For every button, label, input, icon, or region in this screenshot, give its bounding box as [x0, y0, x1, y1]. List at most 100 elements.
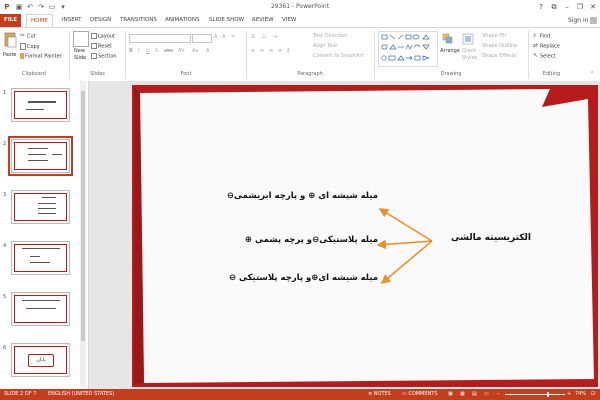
columns-icon[interactable]: ⫼: [287, 48, 289, 55]
close-icon[interactable]: ✕: [588, 2, 598, 12]
new-slide-icon[interactable]: [73, 31, 89, 47]
new-slide-button[interactable]: New: [74, 48, 85, 55]
font-size-field[interactable]: [192, 34, 212, 43]
thumb-text-line: [28, 148, 48, 149]
font-size-shrink-icon[interactable]: A: [222, 34, 225, 41]
thumbnail-scrollbar[interactable]: [80, 81, 86, 387]
copy-button[interactable]: Copy: [20, 43, 40, 51]
thumb-text-line: [26, 308, 56, 309]
zoom-out-icon[interactable]: –: [497, 391, 500, 397]
paste-icon[interactable]: [3, 31, 17, 51]
zoom-slider-thumb[interactable]: [547, 392, 549, 397]
notes-button[interactable]: ≡ NOTES: [368, 391, 391, 397]
shape-outline-button[interactable]: Shape Outline: [482, 43, 517, 50]
ribbon: Paste ✂ Cut Copy Format Painter Clipboard…: [0, 27, 600, 82]
slide-sorter-icon[interactable]: ▦: [460, 391, 465, 397]
slide-thumbnails-pane: 1 2 3 4 5 6 پایان: [0, 81, 89, 389]
language-status[interactable]: ENGLISH (UNITED STATES): [48, 391, 114, 397]
align-left-icon[interactable]: ≡: [251, 48, 255, 55]
find-button[interactable]: ⌕ Find: [533, 33, 550, 41]
slide-thumbnail-2[interactable]: [8, 136, 73, 176]
italic-icon[interactable]: I: [138, 48, 139, 55]
sign-in-link[interactable]: Sign in: [568, 17, 588, 24]
slide-thumbnail-6[interactable]: پایان: [11, 343, 70, 377]
change-case-icon[interactable]: Aa: [192, 48, 198, 55]
quick-styles-button[interactable]: Quick: [462, 48, 476, 55]
font-color-icon[interactable]: A: [206, 48, 209, 55]
thumb-text-line: [38, 208, 56, 209]
bold-icon[interactable]: B: [129, 48, 133, 55]
tab-animations[interactable]: ANIMATIONS: [161, 14, 204, 27]
convert-smartart-button[interactable]: Convert to SmartArt: [313, 53, 364, 60]
tab-insert[interactable]: INSERT: [58, 14, 85, 27]
select-button[interactable]: ↖ Select: [533, 53, 555, 61]
slide-thumbnail-1[interactable]: [11, 88, 70, 122]
reset-button[interactable]: Reset: [91, 43, 112, 51]
scrollbar-thumb[interactable]: [81, 91, 85, 341]
tab-home[interactable]: HOME: [26, 14, 53, 27]
format-painter-button[interactable]: Format Painter: [20, 53, 62, 61]
align-center-icon[interactable]: ≡: [260, 48, 264, 55]
zoom-level[interactable]: 74%: [575, 391, 586, 397]
numbering-icon[interactable]: ☷: [262, 34, 266, 41]
user-avatar-icon[interactable]: [590, 17, 597, 24]
underline-icon[interactable]: U: [146, 48, 150, 55]
arrange-icon[interactable]: [442, 33, 454, 45]
restore-icon[interactable]: ❐: [575, 2, 585, 12]
cut-button[interactable]: ✂ Cut: [20, 33, 36, 41]
slide-number: 6: [3, 345, 7, 351]
group-label-drawing: Drawing: [440, 71, 462, 77]
slideshow-view-icon[interactable]: ▭: [484, 391, 489, 397]
tab-file[interactable]: FILE: [0, 14, 22, 27]
font-name-field[interactable]: [129, 34, 191, 43]
zoom-in-icon[interactable]: +: [567, 391, 571, 397]
justify-icon[interactable]: ≡: [278, 48, 282, 55]
zoom-slider[interactable]: [505, 392, 565, 397]
new-slide-button-line2[interactable]: Slide: [74, 55, 86, 62]
tab-design[interactable]: DESIGN: [86, 14, 115, 27]
align-text-button[interactable]: Align Text: [313, 43, 337, 50]
paste-button[interactable]: Paste: [3, 52, 17, 59]
quick-styles-button-line2[interactable]: Styles: [462, 55, 477, 62]
shape-effects-button[interactable]: Shape Effects: [482, 53, 516, 60]
title-bar: P ▣ ↶ ↷ ▭ ▾ 29361 - PowerPoint ? ⧉ – ❐ ✕: [0, 0, 600, 14]
bullets-icon[interactable]: ☰: [251, 34, 255, 41]
thumb-frame: [14, 193, 67, 221]
section-button[interactable]: Section: [91, 53, 117, 61]
ribbon-display-icon[interactable]: ⧉: [549, 2, 559, 12]
tab-view[interactable]: VIEW: [278, 14, 300, 27]
replace-icon: ⇄: [533, 42, 539, 49]
comments-button[interactable]: ▭ COMMENTS: [402, 391, 438, 397]
strikethrough-icon[interactable]: abc: [164, 48, 173, 55]
replace-button[interactable]: ⇄ Replace: [533, 43, 560, 51]
slide-number: 2: [3, 141, 7, 147]
shadow-icon[interactable]: S: [155, 48, 158, 55]
reading-view-icon[interactable]: ▤: [472, 391, 477, 397]
indent-icon[interactable]: ⇥: [273, 34, 277, 41]
text-direction-button[interactable]: Text Direction: [313, 33, 347, 40]
thumb-text-line: [28, 154, 46, 155]
slide-canvas[interactable]: الکتریسیته مالشی میله شیشه ای ⊕ و پارچه …: [132, 85, 598, 387]
slide-thumbnail-4[interactable]: [11, 241, 70, 275]
help-icon[interactable]: ?: [536, 2, 546, 12]
thumb-text-line: [38, 213, 56, 214]
align-right-icon[interactable]: ≡: [269, 48, 273, 55]
slide-thumbnail-5[interactable]: [11, 292, 70, 326]
reset-icon: [91, 43, 97, 49]
arrange-button[interactable]: Arrange: [440, 48, 460, 55]
shapes-gallery[interactable]: [378, 31, 438, 67]
fit-to-window-icon[interactable]: ⊡: [591, 391, 595, 397]
layout-button[interactable]: Layout: [91, 33, 115, 41]
clear-format-icon[interactable]: ✎: [231, 34, 235, 41]
tab-transitions[interactable]: TRANSITIONS: [116, 14, 161, 27]
minimize-icon[interactable]: –: [562, 2, 572, 12]
char-spacing-icon[interactable]: AV: [178, 48, 185, 55]
font-size-grow-icon[interactable]: A: [214, 34, 217, 41]
tab-slide-show[interactable]: SLIDE SHOW: [205, 14, 248, 27]
collapse-ribbon-icon[interactable]: ⌃: [590, 71, 594, 78]
slide-thumbnail-3[interactable]: [11, 190, 70, 224]
normal-view-icon[interactable]: ▣: [448, 391, 453, 397]
shape-fill-button[interactable]: Shape Fill: [482, 33, 506, 40]
tab-review[interactable]: REVIEW: [248, 14, 278, 27]
quick-styles-icon[interactable]: [462, 33, 474, 45]
